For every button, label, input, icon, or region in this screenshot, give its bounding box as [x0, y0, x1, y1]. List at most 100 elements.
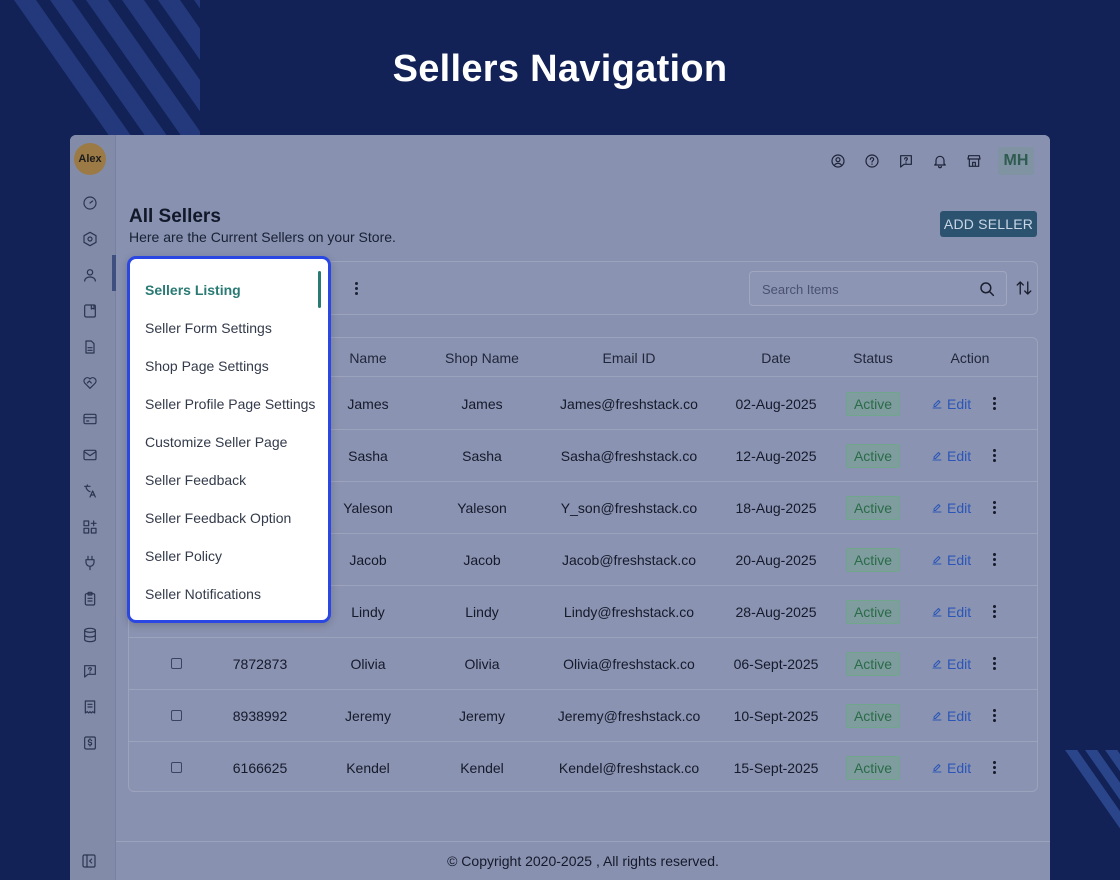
- row-checkbox[interactable]: [171, 710, 182, 721]
- user-initials-badge[interactable]: MH: [998, 147, 1034, 175]
- book-icon[interactable]: [81, 302, 99, 320]
- table-row: 7872873 Olivia Olivia Olivia@freshstack.co 0…: [129, 638, 1037, 690]
- status-badge: Active: [845, 496, 901, 520]
- user-circle-icon[interactable]: [828, 151, 848, 171]
- shop-name: Kendel: [460, 760, 504, 776]
- seller-name: Yaleson: [343, 500, 393, 516]
- menu-item-seller-profile-page-settings[interactable]: Seller Profile Page Settings: [145, 396, 315, 412]
- page-subtitle: Here are the Current Sellers on your Sto…: [129, 229, 396, 245]
- seller-name: Kendel: [346, 760, 390, 776]
- status-badge: Active: [845, 600, 901, 624]
- more-options-icon[interactable]: [352, 280, 360, 298]
- edit-icon: [932, 608, 942, 617]
- page-title: All Sellers: [129, 206, 221, 227]
- menu-item-seller-policy[interactable]: Seller Policy: [145, 548, 222, 564]
- row-checkbox[interactable]: [171, 762, 182, 773]
- menu-item-sellers-listing[interactable]: Sellers Listing: [145, 282, 241, 298]
- seller-email: Jeremy@freshstack.co: [557, 708, 701, 724]
- seller-name: James: [347, 396, 389, 412]
- edit-link[interactable]: Edit: [931, 552, 971, 568]
- row-more-icon[interactable]: [991, 603, 997, 621]
- seller-email: Y_son@freshstack.co: [560, 500, 698, 516]
- translate-icon[interactable]: [81, 482, 99, 500]
- hexagon-settings-icon[interactable]: [81, 230, 99, 248]
- menu-scroll-indicator: [318, 271, 321, 308]
- column-header-action: Action: [950, 350, 990, 366]
- menu-item-seller-notifications[interactable]: Seller Notifications: [145, 586, 261, 602]
- heart-handshake-icon[interactable]: [81, 374, 99, 392]
- menu-item-shop-page-settings[interactable]: Shop Page Settings: [145, 358, 269, 374]
- page-heading: Sellers Navigation: [392, 48, 728, 90]
- row-more-icon[interactable]: [991, 551, 997, 569]
- seller-date: 18-Aug-2025: [735, 500, 817, 516]
- edit-label: Edit: [947, 396, 972, 412]
- edit-link[interactable]: Edit: [931, 448, 971, 464]
- seller-date: 06-Sept-2025: [733, 656, 819, 672]
- edit-link[interactable]: Edit: [931, 708, 971, 724]
- edit-link[interactable]: Edit: [931, 604, 971, 620]
- seller-email: Lindy@freshstack.co: [563, 604, 695, 620]
- bell-icon[interactable]: [930, 151, 950, 171]
- menu-item-seller-feedback-option[interactable]: Seller Feedback Option: [145, 510, 291, 526]
- seller-email: James@freshstack.co: [560, 396, 698, 412]
- message-question-icon[interactable]: [896, 151, 916, 171]
- row-more-icon[interactable]: [991, 499, 997, 517]
- credit-card-icon[interactable]: [81, 410, 99, 428]
- edit-label: Edit: [947, 448, 972, 464]
- user-icon[interactable]: [81, 266, 99, 284]
- shop-name: Jeremy: [459, 708, 505, 724]
- row-more-icon[interactable]: [991, 655, 997, 673]
- clipboard-icon[interactable]: [81, 590, 99, 608]
- column-header-date[interactable]: Date: [761, 350, 791, 366]
- row-more-icon[interactable]: [991, 395, 997, 413]
- status-badge: Active: [845, 392, 901, 416]
- sellers-nav-menu: Sellers Listing Seller Form Settings Sho…: [127, 256, 331, 623]
- seller-email: Sasha@freshstack.co: [560, 448, 698, 464]
- row-more-icon[interactable]: [991, 447, 997, 465]
- dashboard-icon[interactable]: [81, 194, 99, 212]
- mail-icon[interactable]: [81, 446, 99, 464]
- sidebar-collapse-icon[interactable]: [81, 853, 99, 871]
- seller-date: 15-Sept-2025: [733, 760, 819, 776]
- file-icon[interactable]: [81, 338, 99, 356]
- seller-name: Lindy: [351, 604, 385, 620]
- status-badge: Active: [845, 756, 901, 780]
- plug-icon[interactable]: [81, 554, 99, 572]
- sort-icon[interactable]: [1015, 278, 1033, 298]
- edit-link[interactable]: Edit: [931, 656, 971, 672]
- edit-icon: [932, 556, 942, 565]
- menu-item-seller-form-settings[interactable]: Seller Form Settings: [145, 320, 272, 336]
- search-icon[interactable]: [978, 280, 996, 298]
- edit-icon: [932, 504, 942, 513]
- column-header-name[interactable]: Name: [349, 350, 386, 366]
- edit-link[interactable]: Edit: [931, 396, 971, 412]
- table-row: 6166625 Kendel Kendel Kendel@freshstack.co 1…: [129, 742, 1037, 791]
- shop-name: Olivia: [464, 656, 500, 672]
- menu-item-seller-feedback[interactable]: Seller Feedback: [145, 472, 246, 488]
- seller-id: 6166625: [232, 760, 288, 776]
- status-badge: Active: [845, 704, 901, 728]
- edit-link[interactable]: Edit: [931, 760, 971, 776]
- widgets-icon[interactable]: [81, 518, 99, 536]
- menu-item-customize-seller-page[interactable]: Customize Seller Page: [145, 434, 287, 450]
- help-chat-icon[interactable]: [81, 662, 99, 680]
- add-seller-button[interactable]: ADD SELLER: [940, 211, 1037, 237]
- edit-icon: [932, 400, 942, 409]
- row-more-icon[interactable]: [991, 759, 997, 777]
- database-icon[interactable]: [81, 626, 99, 644]
- search-input[interactable]: [762, 280, 962, 298]
- help-circle-icon[interactable]: [862, 151, 882, 171]
- dollar-doc-icon[interactable]: [81, 734, 99, 752]
- column-header-shop-name[interactable]: Shop Name: [445, 350, 519, 366]
- edit-icon: [932, 712, 942, 721]
- row-checkbox[interactable]: [171, 658, 182, 669]
- store-icon[interactable]: [964, 151, 984, 171]
- column-header-email[interactable]: Email ID: [603, 350, 656, 366]
- avatar[interactable]: Alex: [74, 143, 106, 175]
- row-more-icon[interactable]: [991, 707, 997, 725]
- edit-link[interactable]: Edit: [931, 500, 971, 516]
- edit-label: Edit: [947, 656, 972, 672]
- seller-date: 10-Sept-2025: [733, 708, 819, 724]
- receipt-icon[interactable]: [81, 698, 99, 716]
- column-header-status[interactable]: Status: [853, 350, 893, 366]
